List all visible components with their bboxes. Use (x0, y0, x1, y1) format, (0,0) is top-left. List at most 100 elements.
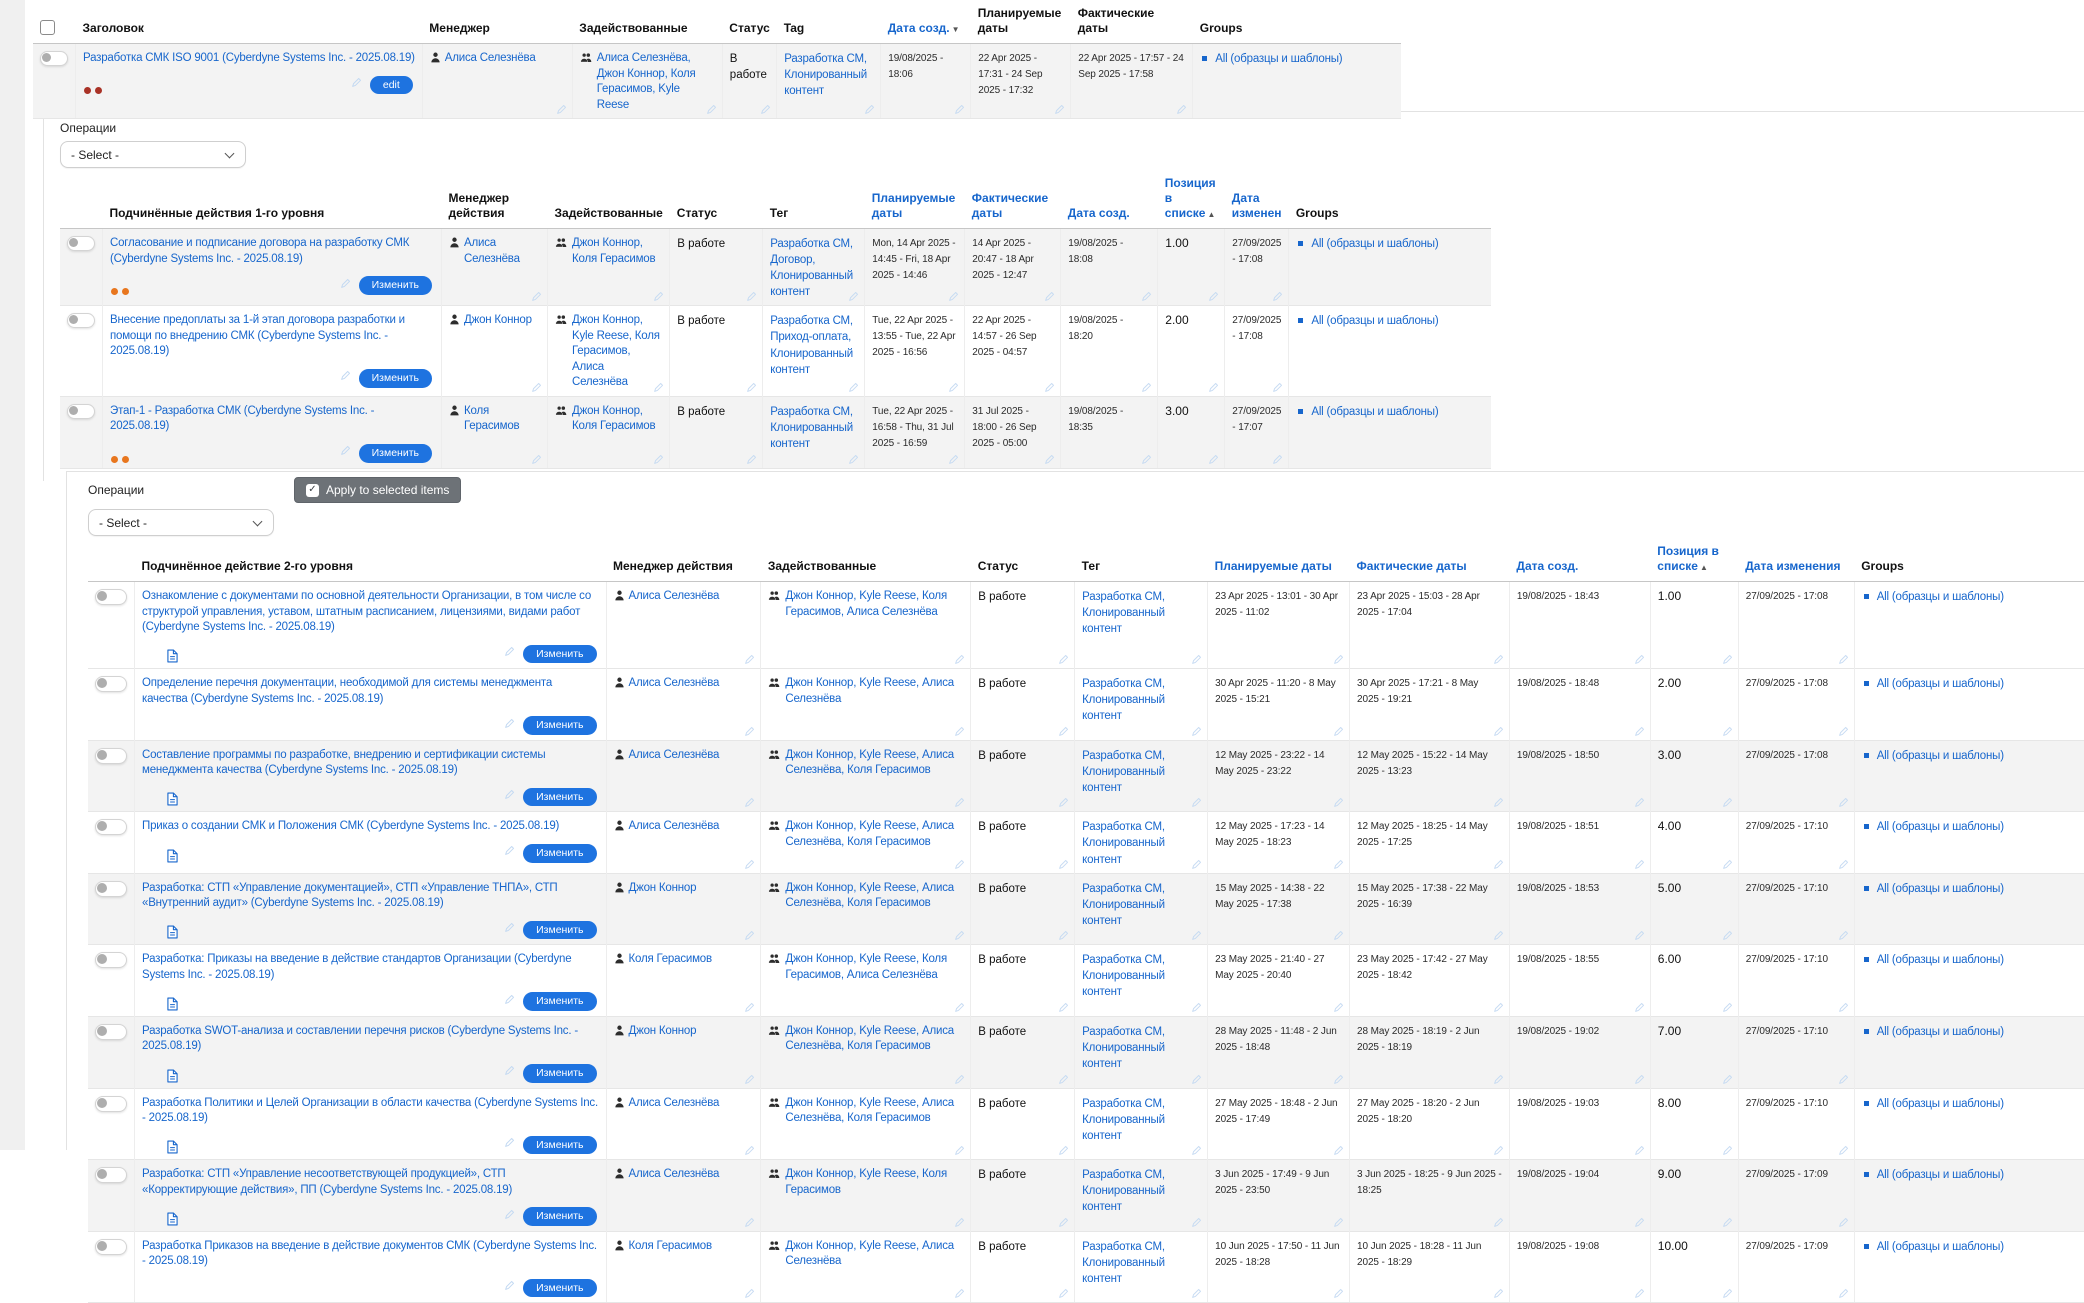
person-link[interactable]: Джон Коннор (629, 1024, 697, 1040)
quick-edit-pencil-icon[interactable] (954, 726, 965, 737)
edit-button[interactable]: Изменить (523, 1064, 596, 1083)
quick-edit-pencil-icon[interactable] (746, 454, 757, 465)
quick-edit-pencil-icon[interactable] (746, 291, 757, 302)
select-all-checkbox[interactable] (40, 20, 55, 35)
quick-edit-pencil-icon[interactable] (954, 1002, 965, 1013)
tag-links[interactable]: Разработка СМ, Клонированный контент (1082, 1098, 1165, 1142)
col-header-planned[interactable]: Планируемые даты (865, 172, 965, 229)
person-link[interactable]: Алиса Селезнёва (629, 1096, 720, 1112)
person-link[interactable]: Алиса Селезнёва (445, 51, 536, 67)
title-link[interactable]: Разработка Приказов на введение в действ… (142, 1239, 599, 1270)
quick-edit-pencil-icon[interactable] (1493, 797, 1504, 808)
row-toggle[interactable] (95, 1024, 127, 1040)
quick-edit-pencil-icon[interactable] (1191, 859, 1202, 870)
tag-links[interactable]: Разработка СМ, Клонированный контент (770, 406, 853, 450)
quick-edit-pencil-icon[interactable] (653, 382, 664, 393)
row-toggle[interactable] (95, 676, 127, 692)
title-link[interactable]: Приказ о создании СМК и Положения СМК (C… (142, 819, 599, 835)
quick-edit-pencil-icon[interactable] (1493, 654, 1504, 665)
quick-edit-pencil-icon[interactable] (744, 859, 755, 870)
quick-edit-pencil-icon[interactable] (954, 654, 965, 665)
groups-link[interactable]: All (образцы и шаблоны) (1877, 1026, 2004, 1038)
people-links[interactable]: Джон Коннор, Kyle Reese, Коля Герасимов,… (785, 589, 963, 620)
edit-button[interactable]: Изменить (359, 276, 432, 295)
quick-edit-pencil-icon[interactable] (1722, 1074, 1733, 1085)
person-link[interactable]: Алиса Селезнёва (629, 589, 720, 605)
quick-edit-pencil-icon[interactable] (1722, 1288, 1733, 1299)
row-toggle[interactable] (95, 952, 127, 968)
quick-edit-pencil-icon[interactable] (1058, 1288, 1069, 1299)
groups-link[interactable]: All (образцы и шаблоны) (1311, 315, 1438, 327)
quick-edit-pencil-icon[interactable] (340, 278, 351, 294)
quick-edit-pencil-icon[interactable] (1722, 726, 1733, 737)
person-link[interactable]: Джон Коннор (629, 881, 697, 897)
quick-edit-pencil-icon[interactable] (706, 104, 717, 115)
quick-edit-pencil-icon[interactable] (954, 1217, 965, 1228)
quick-edit-pencil-icon[interactable] (504, 845, 515, 861)
quick-edit-pencil-icon[interactable] (1634, 654, 1645, 665)
quick-edit-pencil-icon[interactable] (1044, 291, 1055, 302)
quick-edit-pencil-icon[interactable] (1634, 859, 1645, 870)
person-link[interactable]: Коля Герасимов (629, 952, 712, 968)
quick-edit-pencil-icon[interactable] (504, 1065, 515, 1081)
quick-edit-pencil-icon[interactable] (1058, 1217, 1069, 1228)
quick-edit-pencil-icon[interactable] (1333, 1002, 1344, 1013)
title-link[interactable]: Составление программы по разработке, вне… (142, 748, 599, 779)
quick-edit-pencil-icon[interactable] (1722, 859, 1733, 870)
person-link[interactable]: Алиса Селезнёва (629, 748, 720, 764)
groups-link[interactable]: All (образцы и шаблоны) (1215, 53, 1342, 65)
quick-edit-pencil-icon[interactable] (1493, 930, 1504, 941)
person-link[interactable]: Алиса Селезнёва (629, 676, 720, 692)
quick-edit-pencil-icon[interactable] (1272, 382, 1283, 393)
quick-edit-pencil-icon[interactable] (1493, 1145, 1504, 1156)
person-link[interactable]: Алиса Селезнёва (464, 236, 540, 267)
edit-button[interactable]: Изменить (523, 1207, 596, 1226)
quick-edit-pencil-icon[interactable] (954, 859, 965, 870)
quick-edit-pencil-icon[interactable] (1191, 654, 1202, 665)
people-links[interactable]: Джон Коннор, Kyle Reese, Алиса Селезнёва… (785, 1096, 963, 1127)
quick-edit-pencil-icon[interactable] (1333, 1145, 1344, 1156)
groups-link[interactable]: All (образцы и шаблоны) (1877, 883, 2004, 895)
quick-edit-pencil-icon[interactable] (954, 797, 965, 808)
edit-button[interactable]: Изменить (359, 369, 432, 388)
quick-edit-pencil-icon[interactable] (1191, 1217, 1202, 1228)
quick-edit-pencil-icon[interactable] (556, 104, 567, 115)
quick-edit-pencil-icon[interactable] (1058, 1074, 1069, 1085)
edit-button[interactable]: Изменить (523, 716, 596, 735)
row-toggle[interactable] (67, 236, 95, 251)
quick-edit-pencil-icon[interactable] (1838, 726, 1849, 737)
quick-edit-pencil-icon[interactable] (1058, 654, 1069, 665)
person-link[interactable]: Коля Герасимов (629, 1239, 712, 1255)
quick-edit-pencil-icon[interactable] (954, 104, 965, 115)
quick-edit-pencil-icon[interactable] (1191, 1002, 1202, 1013)
quick-edit-pencil-icon[interactable] (1838, 1074, 1849, 1085)
col-header-modified[interactable]: Дата изменения (1738, 540, 1854, 582)
edit-button[interactable]: Изменить (523, 788, 596, 807)
quick-edit-pencil-icon[interactable] (948, 382, 959, 393)
title-link[interactable]: Разработка: Приказы на введение в действ… (142, 952, 599, 983)
quick-edit-pencil-icon[interactable] (1044, 382, 1055, 393)
quick-edit-pencil-icon[interactable] (1333, 859, 1344, 870)
tag-links[interactable]: Разработка СМ, Клонированный контент (1082, 1169, 1165, 1213)
quick-edit-pencil-icon[interactable] (1058, 797, 1069, 808)
quick-edit-pencil-icon[interactable] (1141, 382, 1152, 393)
quick-edit-pencil-icon[interactable] (954, 1074, 965, 1085)
quick-edit-pencil-icon[interactable] (1141, 454, 1152, 465)
people-links[interactable]: Алиса Селезнёва, Джон Коннор, Коля Герас… (597, 51, 715, 113)
people-links[interactable]: Джон Коннор, Kyle Reese, Коля Герасимов (785, 1167, 963, 1198)
quick-edit-pencil-icon[interactable] (744, 1288, 755, 1299)
quick-edit-pencil-icon[interactable] (1191, 726, 1202, 737)
row-toggle[interactable] (40, 51, 68, 66)
title-link[interactable]: Разработка Политики и Целей Организации … (142, 1096, 599, 1127)
people-links[interactable]: Джон Коннор, Коля Герасимов (572, 404, 662, 435)
edit-button[interactable]: Изменить (523, 1279, 596, 1298)
quick-edit-pencil-icon[interactable] (744, 654, 755, 665)
document-icon[interactable] (167, 1212, 178, 1226)
people-links[interactable]: Джон Коннор, Kyle Reese, Алиса Селезнёва… (785, 881, 963, 912)
quick-edit-pencil-icon[interactable] (504, 1280, 515, 1296)
quick-edit-pencil-icon[interactable] (760, 104, 771, 115)
quick-edit-pencil-icon[interactable] (1634, 930, 1645, 941)
row-toggle[interactable] (95, 589, 127, 605)
col-header-pos[interactable]: Позиция в списке▲ (1158, 172, 1225, 229)
groups-link[interactable]: All (образцы и шаблоны) (1877, 821, 2004, 833)
